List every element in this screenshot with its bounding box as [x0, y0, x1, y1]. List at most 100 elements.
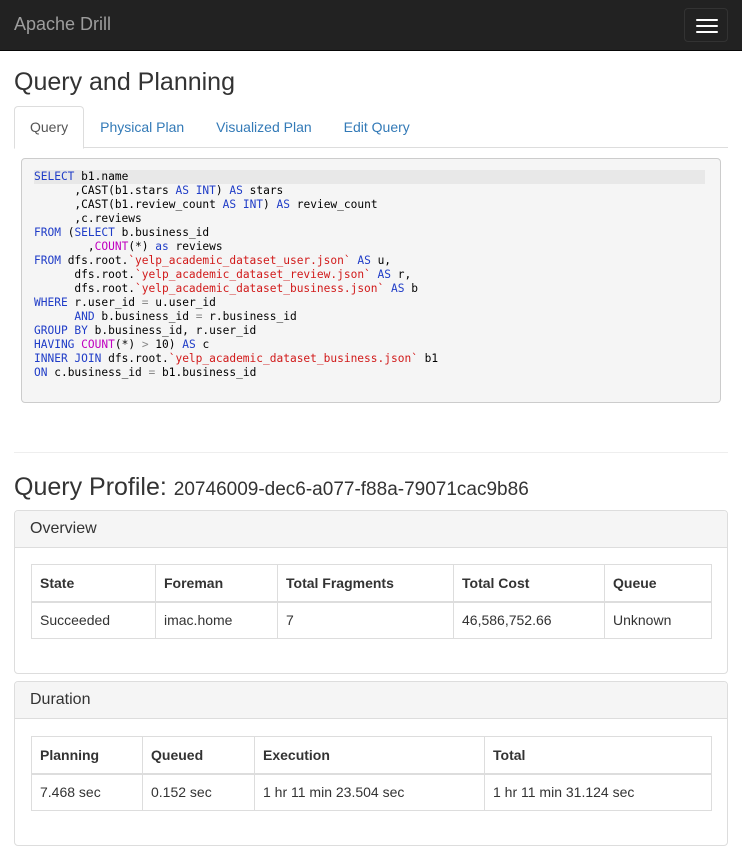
navbar-toggle-button[interactable]	[684, 8, 728, 42]
table-row: Succeeded imac.home 7 46,586,752.66 Unkn…	[31, 601, 712, 639]
code-token: c	[195, 338, 210, 351]
code-token-op: >	[141, 338, 149, 351]
code-token-kw: as	[155, 240, 169, 253]
code-token: dfs.root.	[34, 268, 136, 281]
code-token: dfs.root.	[34, 282, 136, 295]
column-header: Queue	[604, 564, 712, 603]
code-token: review_count	[290, 198, 378, 211]
code-token: )	[215, 184, 230, 197]
column-header: Total	[484, 736, 712, 775]
table-header-row: State Foreman Total Fragments Total Cost…	[31, 564, 712, 603]
code-token-kw: ON	[34, 366, 48, 379]
code-token-kw: AS	[229, 184, 243, 197]
tab-query[interactable]: Query	[14, 106, 85, 149]
code-line: GROUP BY b.business_id, r.user_id	[34, 324, 708, 338]
code-line: FROM dfs.root.`yelp_academic_dataset_use…	[34, 254, 708, 268]
code-line: ,COUNT(*) as reviews	[34, 240, 708, 254]
overview-heading: Overview	[15, 511, 727, 548]
code-token-op: =	[141, 296, 149, 309]
code-line: ,CAST(b1.stars AS INT) AS stars	[34, 184, 708, 198]
query-profile-title: Query Profile: 20746009-dec6-a077-f88a-7…	[14, 473, 529, 502]
code-token: u.user_id	[148, 296, 216, 309]
code-token-kw: FROM	[34, 226, 61, 239]
tab-edit-query[interactable]: Edit Query	[328, 106, 426, 148]
queued-cell: 0.152 sec	[142, 773, 255, 811]
code-token-kw: AND	[74, 310, 95, 323]
code-token: (	[60, 226, 75, 239]
page-title: Query and Planning	[14, 68, 235, 96]
code-token: ,	[34, 240, 95, 253]
hamburger-menu-icon	[696, 19, 718, 21]
code-token: r,	[391, 268, 412, 281]
code-token: b1	[417, 352, 439, 365]
total-cost-cell: 46,586,752.66	[453, 601, 605, 639]
code-token: b.business_id	[114, 226, 210, 239]
top-navbar: Apache Drill	[0, 0, 742, 51]
total-fragments-cell: 7	[277, 601, 454, 639]
code-token-fn: COUNT	[94, 240, 129, 253]
column-header: Queued	[142, 736, 255, 775]
section-divider	[14, 452, 728, 453]
code-token: ,CAST(b1.review_count	[34, 198, 223, 211]
queue-cell: Unknown	[604, 601, 712, 639]
code-token: b1.business_id	[155, 366, 257, 379]
code-token-fn: COUNT	[81, 338, 115, 351]
tab-visualized-plan[interactable]: Visualized Plan	[200, 106, 327, 148]
total-duration-cell: 1 hr 11 min 31.124 sec	[484, 773, 712, 811]
code-token-kw: WHERE	[34, 296, 68, 309]
code-token: (*)	[128, 240, 156, 253]
code-token-str: `yelp_academic_dataset_business.json`	[168, 352, 418, 365]
code-token-kw: GROUP BY	[34, 324, 88, 337]
brand-link[interactable]: Apache Drill	[14, 14, 111, 35]
code-token: 10)	[148, 338, 183, 351]
column-header: Execution	[254, 736, 485, 775]
duration-heading: Duration	[15, 682, 727, 719]
code-token: )	[263, 198, 277, 211]
code-line: SELECT b1.name	[34, 170, 705, 184]
query-code-block[interactable]: SELECT b1.name ,CAST(b1.stars AS INT) AS…	[21, 158, 721, 403]
code-token-kw: INT	[242, 198, 264, 211]
code-token-kw: AS	[357, 254, 371, 267]
code-token: b.business_id, r.user_id	[87, 324, 257, 337]
code-token: u,	[370, 254, 392, 267]
tab-physical-plan[interactable]: Physical Plan	[84, 106, 200, 148]
code-line: WHERE r.user_id = u.user_id	[34, 296, 708, 310]
state-cell: Succeeded	[31, 601, 156, 639]
code-token: dfs.root.	[101, 352, 169, 365]
table-row: 7.468 sec 0.152 sec 1 hr 11 min 23.504 s…	[31, 773, 712, 811]
code-token: c.business_id	[47, 366, 149, 379]
code-token: b1.name	[74, 170, 129, 183]
table-header-row: Planning Queued Execution Total	[31, 736, 712, 775]
code-line: HAVING COUNT(*) > 10) AS c	[34, 338, 708, 352]
code-token-kw: AS	[222, 198, 237, 211]
code-token: reviews	[168, 240, 223, 253]
code-line: ,c.reviews	[34, 212, 708, 226]
code-token: b.business_id	[94, 310, 196, 323]
query-profile-label: Query Profile:	[14, 473, 167, 501]
column-header: Planning	[31, 736, 143, 775]
code-token-kw: AS	[182, 338, 196, 351]
duration-table: Planning Queued Execution Total 7.468 se…	[31, 736, 712, 811]
code-line: ,CAST(b1.review_count AS INT) AS review_…	[34, 198, 708, 212]
code-token: r.business_id	[202, 310, 297, 323]
column-header: Total Fragments	[277, 564, 454, 603]
code-token: ,c.reviews	[34, 212, 142, 225]
code-token: (*)	[114, 338, 142, 351]
code-line: dfs.root.`yelp_academic_dataset_business…	[34, 282, 708, 296]
code-token: dfs.root.	[60, 254, 129, 267]
code-token: b	[404, 282, 418, 295]
column-header: Total Cost	[453, 564, 605, 603]
code-token-str: `yelp_academic_dataset_business.json`	[135, 282, 385, 295]
code-token-kw: INT	[195, 184, 216, 197]
code-token: ,CAST(b1.stars	[34, 184, 176, 197]
code-line: FROM (SELECT b.business_id	[34, 226, 708, 240]
planning-cell: 7.468 sec	[31, 773, 143, 811]
code-token-kw: AS	[377, 268, 392, 281]
code-token-kw: SELECT	[74, 226, 115, 239]
plan-tabs: Query Physical Plan Visualized Plan Edit…	[14, 106, 728, 149]
overview-panel: Overview State Foreman Total Fragments T…	[14, 510, 728, 674]
